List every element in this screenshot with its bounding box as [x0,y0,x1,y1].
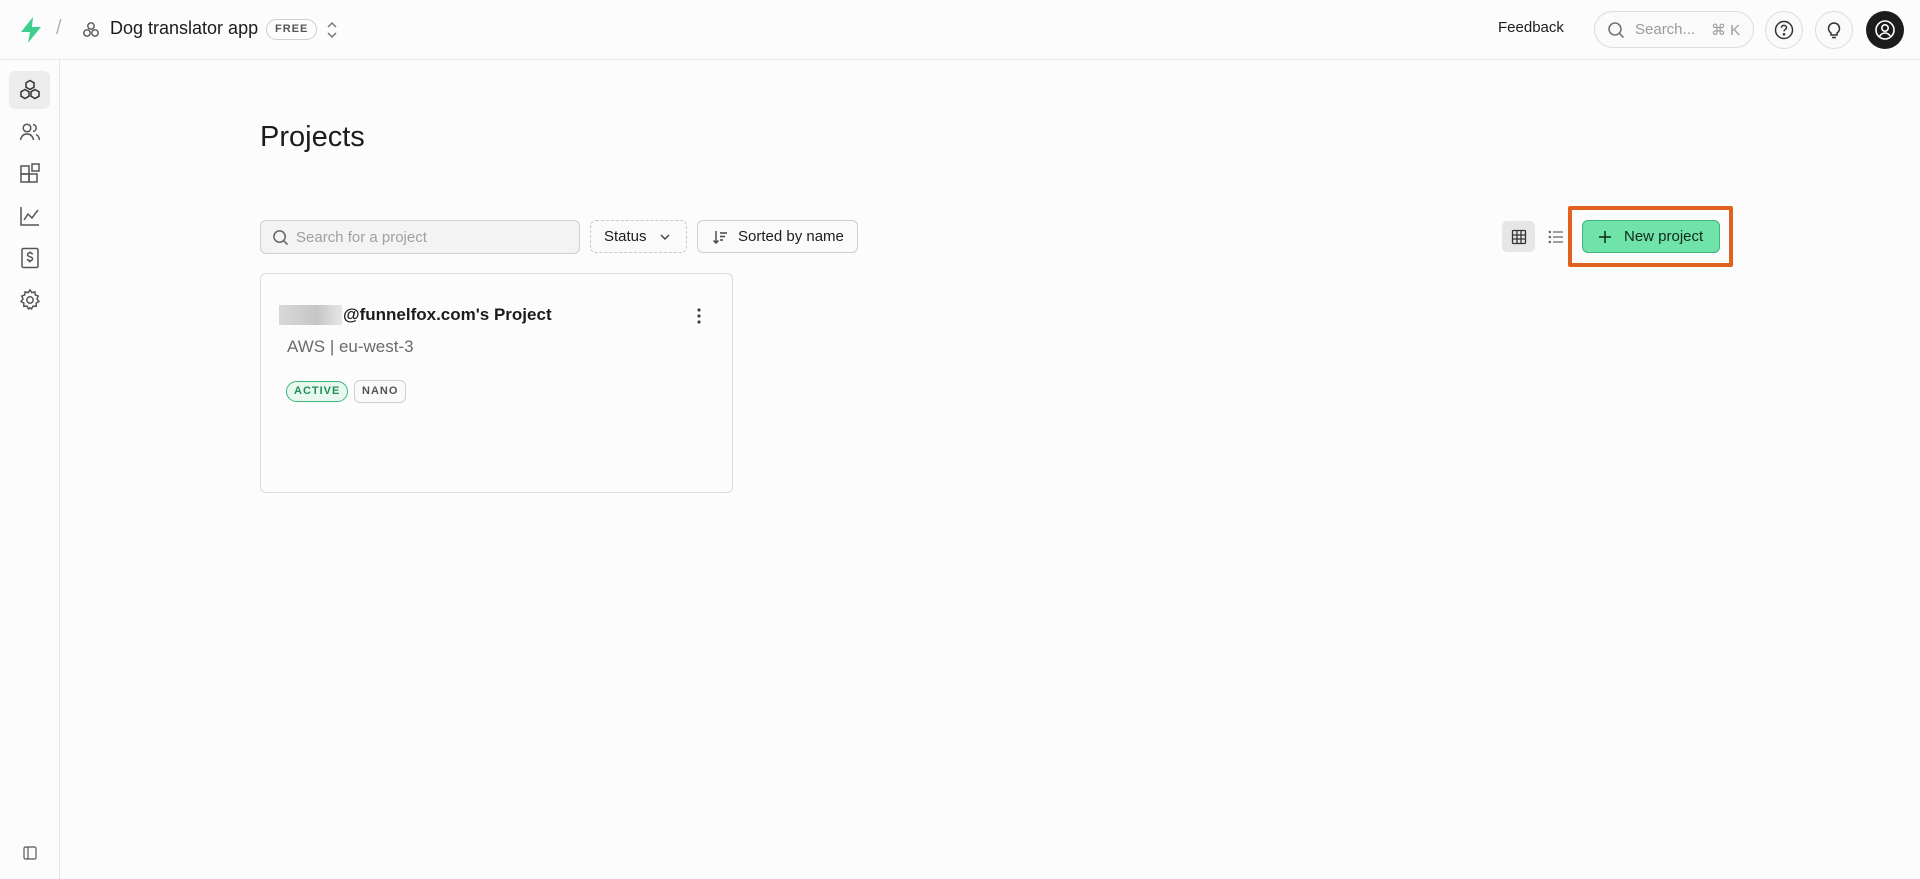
grid-view-toggle[interactable] [1502,221,1535,252]
panel-toggle-icon[interactable] [23,846,37,860]
chevron-updown-icon[interactable] [324,19,340,41]
user-avatar-icon [1875,20,1895,40]
breadcrumb-separator: / [56,17,62,39]
lightbulb-icon [1827,22,1841,39]
new-project-label: New project [1624,228,1704,245]
sidebar-item-projects[interactable] [9,71,50,109]
sort-button[interactable]: Sorted by name [697,220,858,253]
project-region: AWS | eu-west-3 [287,337,414,356]
page-title: Projects [260,121,365,153]
status-filter-button[interactable]: Status [590,220,687,253]
plan-badge: FREE [266,19,318,40]
sidebar-item-usage[interactable] [9,197,50,235]
cubes-icon [19,79,40,100]
list-icon [1548,230,1563,243]
sort-label: Sorted by name [738,228,844,245]
search-placeholder: Search... [1635,21,1696,38]
bolt-logo-icon[interactable] [18,16,44,44]
chart-icon [19,207,39,226]
size-badge: NANO [354,380,407,403]
project-card[interactable]: @funnelfox.com's Project AWS | eu-west-3… [260,273,733,493]
search-icon [1608,22,1625,39]
chevron-down-icon [660,234,670,241]
help-icon [1774,20,1794,40]
status-filter-label: Status [604,228,647,245]
project-search[interactable] [260,220,580,254]
search-icon [273,230,289,246]
search-shortcut: ⌘ K [1711,22,1741,39]
sidebar-item-integrations[interactable] [9,155,50,193]
users-icon [19,123,40,141]
more-vertical-icon[interactable] [689,304,709,328]
project-search-input[interactable] [296,221,566,253]
project-title: @funnelfox.com's Project [343,305,552,324]
avatar[interactable] [1866,11,1904,49]
receipt-icon [20,247,39,269]
gear-icon [19,288,40,311]
redacted-email [279,305,342,325]
grid-icon [1511,229,1526,244]
sidebar-item-team[interactable] [9,113,50,151]
sidebar-item-settings[interactable] [9,281,50,319]
blocks-icon [19,163,40,183]
sort-icon [713,231,727,244]
status-badge: ACTIVE [286,381,349,402]
sidebar-item-billing[interactable] [9,239,50,277]
new-project-button[interactable]: New project [1582,220,1720,253]
plus-icon [1599,231,1611,243]
top-bar: / Dog translator app FREE Feedback Searc… [0,0,1920,60]
org-name[interactable]: Dog translator app [110,18,258,39]
org-icon [83,22,99,37]
feedback-button[interactable]: Feedback [1498,19,1564,36]
global-search[interactable]: Search... ⌘ K [1594,11,1754,48]
sidebar [0,60,60,879]
help-button[interactable] [1765,11,1803,49]
tips-button[interactable] [1815,11,1853,49]
